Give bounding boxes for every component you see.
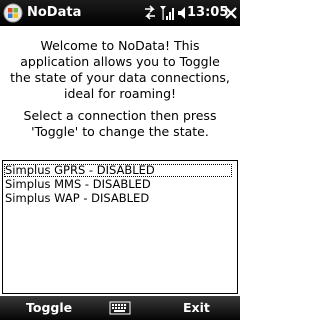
welcome-text: Welcome to NoData! This application allo… xyxy=(10,38,230,101)
connection-list[interactable]: Simplus GPRS - DISABLED Simplus MMS - DI… xyxy=(2,160,238,294)
keyboard-icon[interactable] xyxy=(109,301,131,315)
windows-start-icon[interactable] xyxy=(3,3,23,23)
signal-strength-icon[interactable] xyxy=(159,4,175,22)
app-title: NoData xyxy=(27,5,82,20)
connection-item-mms[interactable]: Simplus MMS - DISABLED xyxy=(4,178,232,191)
title-bar: NoData 13:05 xyxy=(0,0,240,26)
connection-item-wap[interactable]: Simplus WAP - DISABLED xyxy=(4,192,232,205)
softkey-bar: Toggle Exit xyxy=(0,296,240,320)
instruction-text: Select a connection then press 'Toggle' … xyxy=(23,108,217,139)
close-icon[interactable] xyxy=(223,4,239,22)
toggle-softkey[interactable]: Toggle xyxy=(26,300,72,315)
exit-softkey[interactable]: Exit xyxy=(183,300,210,315)
data-sync-arrows-icon[interactable] xyxy=(143,4,157,22)
connection-item-gprs[interactable]: Simplus GPRS - DISABLED xyxy=(4,164,232,177)
main-content: Welcome to NoData! This application allo… xyxy=(0,26,240,296)
